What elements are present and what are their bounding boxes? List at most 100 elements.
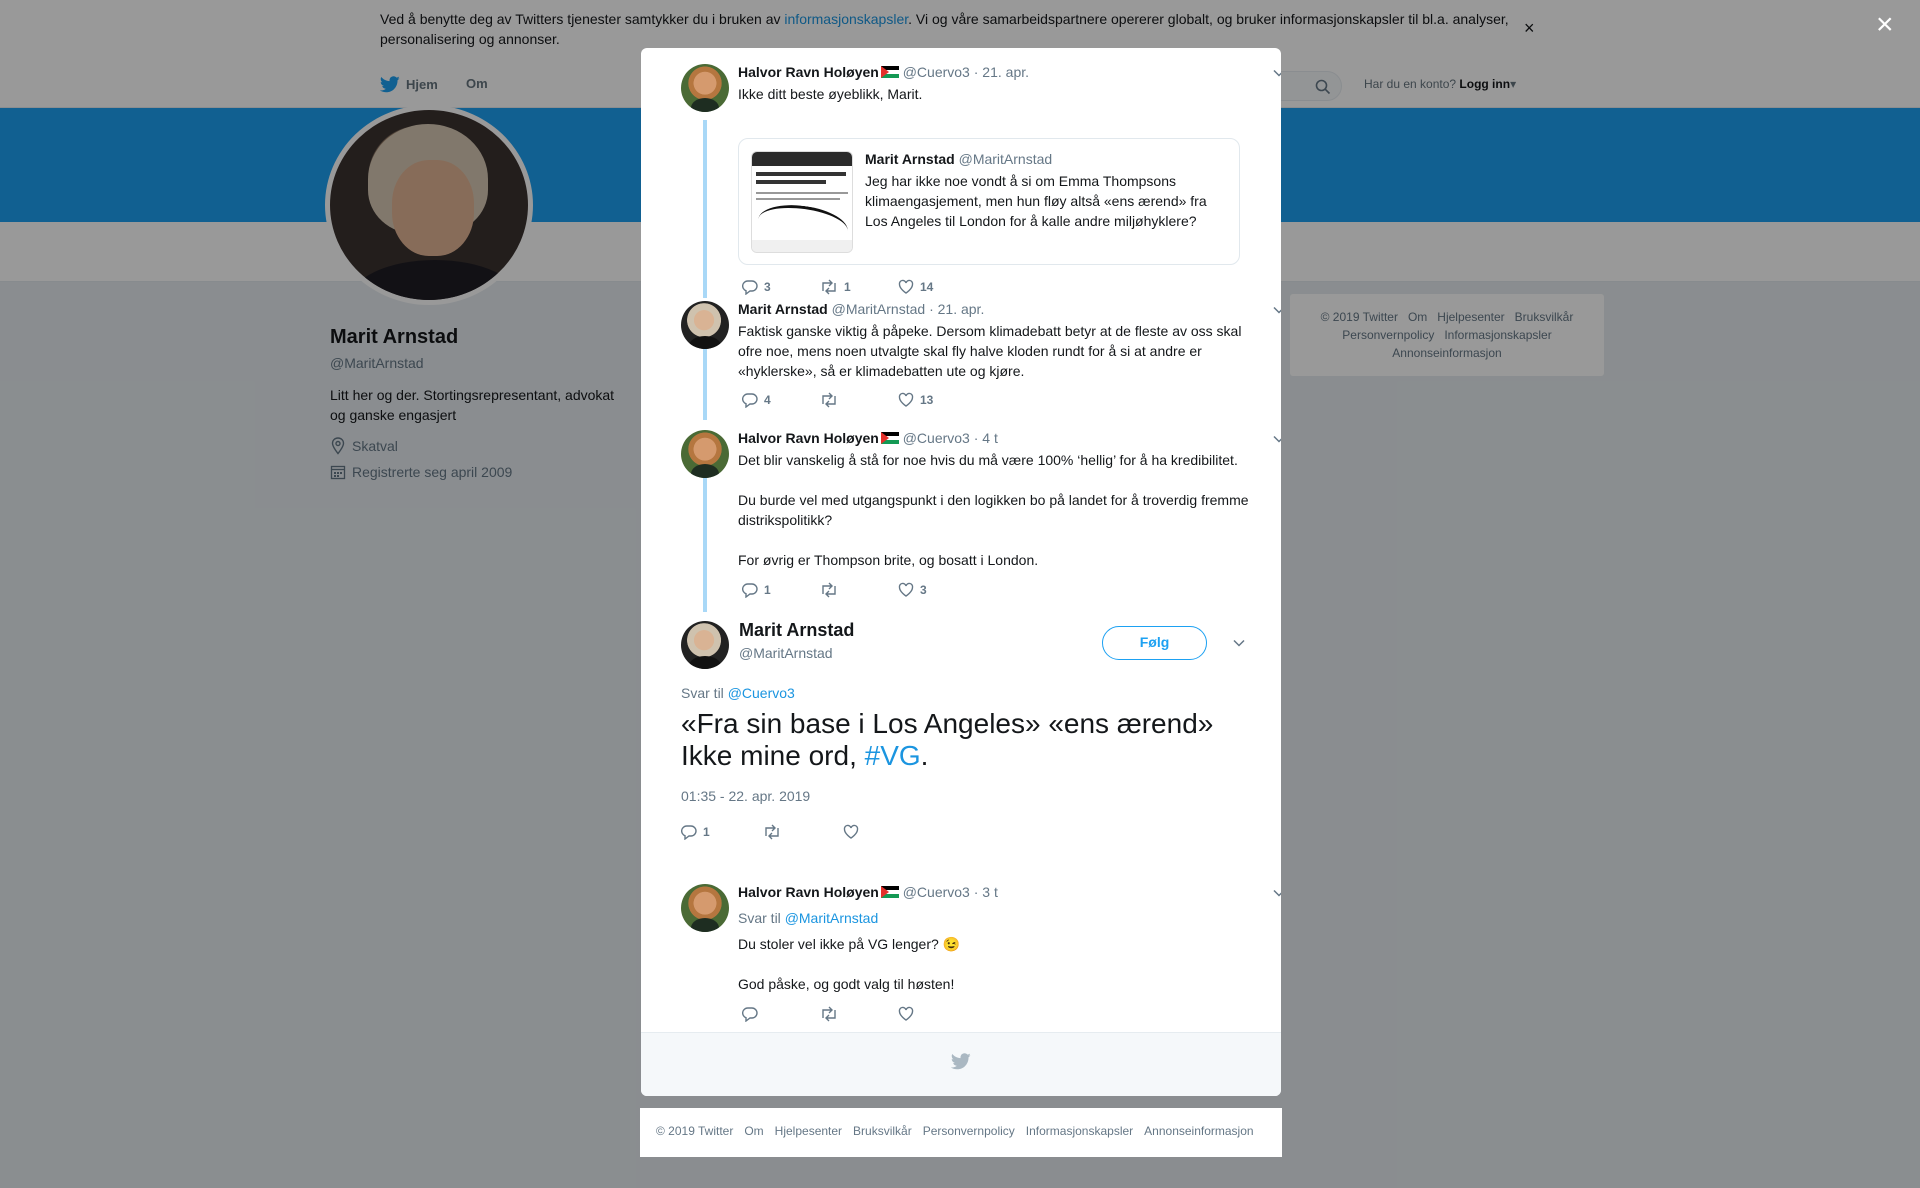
- tweet-date[interactable]: · 21. apr.: [929, 301, 984, 317]
- footer-link-privacy[interactable]: Personvernpolicy: [923, 1124, 1015, 1138]
- reply-button[interactable]: 1: [742, 582, 771, 598]
- avatar[interactable]: [681, 64, 729, 112]
- tweet-text: Ikke ditt beste øyeblikk, Marit.: [738, 86, 923, 102]
- retweet-button[interactable]: 1: [820, 279, 851, 295]
- tweet-date[interactable]: · 4 t: [974, 430, 998, 446]
- retweet-button[interactable]: [820, 582, 844, 598]
- author-name[interactable]: Marit Arnstad: [738, 301, 828, 317]
- twitter-bird-icon: [951, 1053, 971, 1070]
- reply-count: 4: [764, 393, 771, 407]
- reply-to-label: Svar til: [738, 910, 781, 926]
- author-name[interactable]: Halvor Ravn Holøyen: [738, 64, 879, 80]
- thread-line: [703, 120, 707, 298]
- tweet-text: Det blir vanskelig å stå for noe hvis du…: [738, 452, 1238, 468]
- palestine-flag-icon: [880, 66, 899, 78]
- avatar[interactable]: [681, 301, 729, 349]
- retweet-icon: [765, 824, 779, 840]
- reply-button[interactable]: 3: [742, 279, 771, 295]
- footer-copyright: © 2019 Twitter: [656, 1124, 734, 1138]
- reply-to-link[interactable]: @MaritArnstad: [785, 910, 879, 926]
- footer-link-about[interactable]: Om: [744, 1124, 763, 1138]
- reply-count: 3: [764, 280, 771, 294]
- close-modal-button[interactable]: ×: [1876, 10, 1894, 40]
- avatar[interactable]: [681, 430, 729, 478]
- like-button[interactable]: [843, 824, 859, 840]
- reply-button[interactable]: 1: [681, 824, 710, 840]
- tweet-text: God påske, og godt valg til høsten!: [738, 976, 955, 992]
- quoted-tweet[interactable]: Marit Arnstad @MaritArnstad Jeg har ikke…: [738, 138, 1240, 265]
- like-button[interactable]: 13: [898, 392, 933, 408]
- chevron-down-icon[interactable]: [1232, 636, 1246, 650]
- retweet-button[interactable]: [820, 392, 844, 408]
- palestine-flag-icon: [880, 432, 899, 444]
- avatar[interactable]: [681, 884, 729, 932]
- footer-link-help[interactable]: Hjelpesenter: [775, 1124, 842, 1138]
- tweet-text: Du burde vel med utgangspunkt i den logi…: [738, 492, 1249, 528]
- main-tweet-text-body: «Fra sin base i Los Angeles» «ens ærend»…: [681, 708, 1214, 771]
- heart-icon: [898, 392, 914, 407]
- tweet-header: Halvor Ravn Holøyen @Cuervo3 · 3 t: [738, 884, 998, 900]
- author-handle[interactable]: @Cuervo3: [903, 64, 970, 80]
- heart-icon: [843, 824, 859, 839]
- palestine-flag-icon: [880, 886, 899, 898]
- reply-icon: [742, 1007, 758, 1022]
- thread-line: [703, 478, 707, 612]
- reply-icon: [742, 583, 758, 598]
- author-handle[interactable]: @MaritArnstad: [832, 301, 926, 317]
- reply-button[interactable]: [742, 1006, 758, 1022]
- heart-icon: [898, 582, 914, 597]
- tweet-text: Du stoler vel ikke på VG lenger? 😉: [738, 936, 961, 952]
- heart-icon: [898, 1006, 914, 1021]
- chevron-down-icon[interactable]: [1272, 303, 1281, 317]
- chevron-down-icon[interactable]: [1272, 432, 1281, 446]
- reply-to-label: Svar til: [681, 685, 724, 701]
- tweet-header: Halvor Ravn Holøyen @Cuervo3 · 4 t: [738, 430, 998, 446]
- main-tweet-author-name[interactable]: Marit Arnstad: [739, 620, 854, 641]
- main-tweet-timestamp[interactable]: 01:35 - 22. apr. 2019: [681, 788, 810, 804]
- retweet-icon: [822, 582, 836, 598]
- like-button[interactable]: 3: [898, 582, 927, 598]
- retweet-count: 1: [844, 280, 851, 294]
- author-name[interactable]: Halvor Ravn Holøyen: [738, 884, 879, 900]
- chevron-down-icon[interactable]: [1272, 66, 1281, 80]
- main-tweet-author-handle[interactable]: @MaritArnstad: [739, 645, 833, 661]
- chevron-down-icon[interactable]: [1272, 886, 1281, 900]
- main-tweet-avatar[interactable]: [681, 621, 729, 669]
- quoted-author-handle: @MaritArnstad: [958, 151, 1053, 167]
- main-tweet-reply-to: Svar til @Cuervo3: [681, 685, 795, 701]
- reply-icon: [742, 280, 758, 295]
- tweet-date[interactable]: · 21. apr.: [974, 64, 1029, 80]
- tweet-text: For øvrig er Thompson brite, og bosatt i…: [738, 552, 1039, 568]
- quoted-tweet-text: Jeg har ikke noe vondt å si om Emma Thom…: [865, 173, 1207, 229]
- author-handle[interactable]: @Cuervo3: [903, 884, 970, 900]
- reply-count: 1: [764, 583, 771, 597]
- tweet-date[interactable]: · 3 t: [974, 884, 998, 900]
- retweet-icon: [822, 1006, 836, 1022]
- footer-link-cookies[interactable]: Informasjonskapsler: [1026, 1124, 1133, 1138]
- author-name[interactable]: Halvor Ravn Holøyen: [738, 430, 879, 446]
- like-button[interactable]: 14: [898, 279, 933, 295]
- reply-count: 1: [703, 825, 710, 839]
- reply-icon: [681, 825, 697, 840]
- hashtag-link[interactable]: #VG: [865, 740, 921, 771]
- tweet-text: Faktisk ganske viktig å påpeke. Dersom k…: [738, 323, 1242, 379]
- quoted-tweet-image[interactable]: [751, 151, 853, 253]
- footer-link-terms[interactable]: Bruksvilkår: [853, 1124, 912, 1138]
- quoted-tweet-header: Marit Arnstad @MaritArnstad: [865, 151, 1052, 167]
- like-count: 3: [920, 583, 927, 597]
- like-count: 13: [920, 393, 934, 407]
- reply-button[interactable]: 4: [742, 392, 771, 408]
- heart-icon: [898, 279, 914, 294]
- retweet-button[interactable]: [763, 824, 781, 840]
- tweet-header: Marit Arnstad @MaritArnstad · 21. apr.: [738, 301, 984, 317]
- author-handle[interactable]: @Cuervo3: [903, 430, 970, 446]
- footer-link-ads[interactable]: Annonseinformasjon: [1144, 1124, 1253, 1138]
- tweet-header: Halvor Ravn Holøyen @Cuervo3 · 21. apr.: [738, 64, 1029, 80]
- retweet-button[interactable]: [820, 1006, 838, 1022]
- like-button[interactable]: [898, 1006, 914, 1022]
- follow-button[interactable]: Følg: [1102, 626, 1207, 660]
- reply-to-link[interactable]: @Cuervo3: [728, 685, 795, 701]
- quoted-author-name: Marit Arnstad: [865, 151, 955, 167]
- reply-icon: [742, 393, 758, 408]
- main-tweet-text: «Fra sin base i Los Angeles» «ens ærend»…: [681, 708, 1241, 772]
